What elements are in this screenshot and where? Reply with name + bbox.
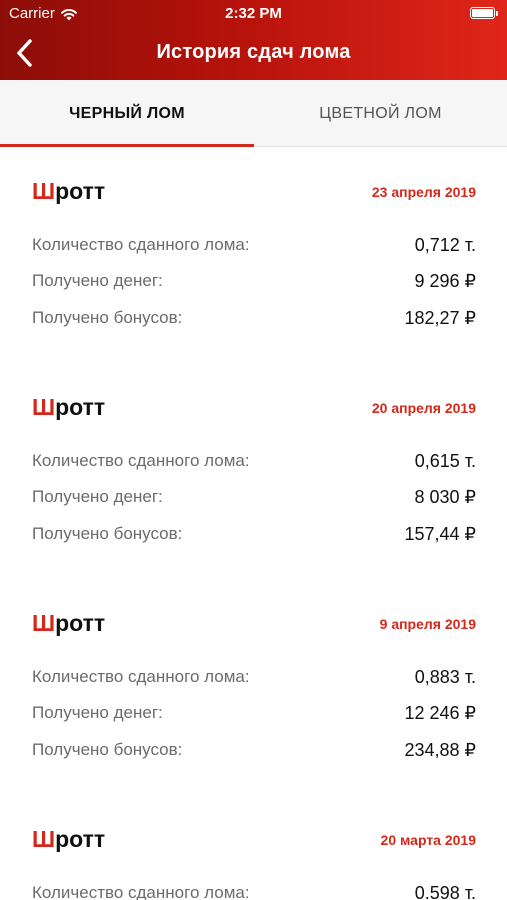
money-value: 9 296 ₽ bbox=[414, 271, 477, 291]
quantity-label: Количество сданного лома: bbox=[32, 667, 250, 686]
title-rest: ротт bbox=[55, 394, 106, 420]
money-label: Получено денег: bbox=[32, 487, 163, 506]
title-accent-letter: Ш bbox=[32, 394, 56, 420]
quantity-row: Количество сданного лома: 0.598 т. bbox=[32, 883, 476, 900]
scrap-type-title: Шротт bbox=[32, 178, 105, 205]
record-date: 20 марта 2019 bbox=[380, 832, 476, 848]
quantity-value: 0,615 т. bbox=[414, 451, 476, 471]
money-label: Получено денег: bbox=[32, 271, 163, 290]
scrap-type-title: Шротт bbox=[32, 394, 105, 421]
title-accent-letter: Ш bbox=[32, 610, 56, 636]
battery-icon bbox=[470, 7, 498, 19]
navigation-bar: История сдач лома bbox=[0, 28, 507, 80]
bonus-row: Получено бонусов: 234,88 ₽ bbox=[32, 740, 476, 766]
bonus-label: Получено бонусов: bbox=[32, 740, 183, 759]
bonus-label: Получено бонусов: bbox=[32, 524, 183, 543]
history-list[interactable]: Шротт 23 апреля 2019 Количество сданного… bbox=[0, 148, 507, 900]
record-date: 20 апреля 2019 bbox=[371, 400, 476, 416]
bonus-label: Получено бонусов: bbox=[32, 308, 183, 327]
page-title: История сдач лома bbox=[156, 41, 351, 63]
status-time: 2:32 PM bbox=[225, 5, 282, 22]
scrap-type-title: Шротт bbox=[32, 610, 105, 637]
quantity-row: Количество сданного лома: 0,615 т. bbox=[32, 451, 476, 477]
record-date: 9 апреля 2019 bbox=[379, 616, 476, 632]
quantity-value: 0,712 т. bbox=[414, 235, 476, 255]
quantity-value: 0,883 т. bbox=[414, 667, 476, 687]
history-item[interactable]: Шротт 9 апреля 2019 Количество сданного … bbox=[0, 580, 507, 796]
quantity-label: Количество сданного лома: bbox=[32, 883, 250, 900]
bonus-value: 157,44 ₽ bbox=[404, 524, 476, 544]
status-bar: Carrier 2:32 PM bbox=[0, 0, 507, 28]
money-value: 8 030 ₽ bbox=[414, 487, 477, 507]
scrap-type-tabs: ЧЕРНЫЙ ЛОМ ЦВЕТНОЙ ЛОМ bbox=[0, 80, 507, 147]
bonus-row: Получено бонусов: 157,44 ₽ bbox=[32, 524, 476, 550]
history-item[interactable]: Шротт 20 марта 2019 Количество сданного … bbox=[0, 796, 507, 900]
bonus-value: 182,27 ₽ bbox=[404, 308, 476, 328]
quantity-value: 0.598 т. bbox=[414, 883, 476, 900]
money-row: Получено денег: 8 030 ₽ bbox=[32, 487, 476, 513]
money-row: Получено денег: 9 296 ₽ bbox=[32, 271, 476, 297]
tab-label: ЦВЕТНОЙ ЛОМ bbox=[319, 104, 442, 122]
scrap-type-title: Шротт bbox=[32, 826, 105, 853]
history-item[interactable]: Шротт 23 апреля 2019 Количество сданного… bbox=[0, 148, 507, 364]
quantity-label: Количество сданного лома: bbox=[32, 235, 250, 254]
quantity-row: Количество сданного лома: 0,712 т. bbox=[32, 235, 476, 261]
money-row: Получено денег: 12 246 ₽ bbox=[32, 703, 476, 729]
money-label: Получено денег: bbox=[32, 703, 163, 722]
active-tab-indicator bbox=[0, 144, 254, 147]
app-header: Carrier 2:32 PM История сдач лома bbox=[0, 0, 507, 80]
title-accent-letter: Ш bbox=[32, 178, 56, 204]
quantity-label: Количество сданного лома: bbox=[32, 451, 250, 470]
title-rest: ротт bbox=[55, 826, 106, 852]
tab-nonferrous-scrap[interactable]: ЦВЕТНОЙ ЛОМ bbox=[254, 80, 507, 147]
quantity-row: Количество сданного лома: 0,883 т. bbox=[32, 667, 476, 693]
title-accent-letter: Ш bbox=[32, 826, 56, 852]
tab-ferrous-scrap[interactable]: ЧЕРНЫЙ ЛОМ bbox=[0, 80, 254, 147]
money-value: 12 246 ₽ bbox=[404, 703, 476, 723]
title-rest: ротт bbox=[55, 178, 106, 204]
history-item[interactable]: Шротт 20 апреля 2019 Количество сданного… bbox=[0, 364, 507, 580]
record-date: 23 апреля 2019 bbox=[371, 184, 476, 200]
bonus-row: Получено бонусов: 182,27 ₽ bbox=[32, 308, 476, 334]
title-rest: ротт bbox=[55, 610, 106, 636]
bonus-value: 234,88 ₽ bbox=[404, 740, 476, 760]
tab-label: ЧЕРНЫЙ ЛОМ bbox=[69, 104, 185, 122]
